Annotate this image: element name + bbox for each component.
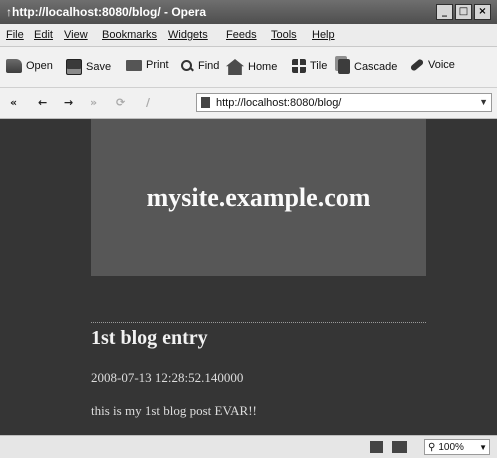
reload-button[interactable]: ⟳ (116, 96, 125, 109)
cascade-button[interactable]: Cascade (338, 59, 397, 74)
tile-label: Tile (310, 60, 328, 72)
find-button[interactable]: Find (180, 59, 219, 73)
cascade-label: Cascade (354, 60, 398, 73)
back-button[interactable]: ← (38, 96, 47, 109)
find-icon (180, 59, 194, 73)
find-label: Find (198, 60, 220, 72)
forward-button[interactable]: → (64, 96, 73, 109)
maximize-button[interactable]: □ (455, 4, 472, 20)
wand-button[interactable]: ∕ (146, 96, 150, 109)
post-date: 2008-07-13 12:28:52.140000 (91, 370, 244, 385)
minimize-button[interactable]: _ (436, 4, 453, 20)
speaker-icon[interactable] (370, 441, 383, 453)
save-icon (66, 59, 82, 75)
menu-edit[interactable]: Edit (34, 29, 53, 41)
site-header: mysite.example.com (91, 119, 426, 276)
folder-icon (6, 59, 22, 73)
post-title[interactable]: 1st blog entry (91, 327, 208, 350)
menu-view[interactable]: View (64, 29, 88, 41)
voice-button[interactable]: Voice (409, 58, 455, 72)
title-bar: ↑http://localhost:8080/blog/ - Opera _ □… (0, 0, 497, 24)
menu-bar: File Edit View Bookmarks Widgets Feeds T… (0, 24, 497, 47)
menu-help[interactable]: Help (312, 29, 335, 41)
voice-icon (409, 58, 425, 72)
menu-bookmarks[interactable]: Bookmarks (102, 29, 157, 41)
cascade-icon (338, 59, 350, 74)
printer-icon (126, 59, 142, 71)
save-label: Save (86, 61, 112, 73)
window-controls: _ □ × (436, 4, 491, 20)
site-name: mysite.example.com (146, 183, 371, 212)
save-button[interactable]: Save (66, 59, 111, 75)
post-body: this is my 1st blog post EVAR!! (91, 403, 257, 418)
print-label: Print (146, 59, 169, 71)
open-label: Open (26, 60, 53, 72)
tile-button[interactable]: Tile (292, 59, 327, 73)
menu-tools[interactable]: Tools (271, 29, 297, 41)
main-toolbar: Open Save Print Find Home Tile Cascade V… (0, 47, 497, 88)
window-title: ↑http://localhost:8080/blog/ - Opera (6, 5, 207, 19)
url-text: http://localhost:8080/blog/ (216, 97, 342, 109)
fast-forward-button[interactable]: » (90, 96, 97, 109)
home-label: Home (248, 61, 278, 73)
rewind-button[interactable]: « (10, 96, 17, 109)
view-icon[interactable] (392, 441, 407, 453)
post-divider (91, 322, 426, 323)
home-icon (226, 59, 244, 75)
open-button[interactable]: Open (6, 59, 53, 73)
status-bar: ⚲ 100% ▼ (0, 435, 497, 458)
page-content: mysite.example.com 1st blog entry 2008-0… (0, 119, 497, 435)
chevron-down-icon[interactable]: ▼ (479, 97, 488, 107)
menu-feeds[interactable]: Feeds (226, 29, 257, 41)
print-button[interactable]: Print (126, 59, 169, 71)
address-bar: « ← → » ⟳ ∕ http://localhost:8080/blog/ … (0, 88, 497, 119)
home-button[interactable]: Home (226, 59, 277, 75)
menu-file[interactable]: File (6, 29, 24, 41)
menu-widgets[interactable]: Widgets (168, 29, 208, 41)
zoom-value: 100% (438, 441, 464, 453)
page-icon (201, 97, 210, 108)
close-button[interactable]: × (474, 4, 491, 20)
browser-window: ↑http://localhost:8080/blog/ - Opera _ □… (0, 0, 497, 458)
tile-icon (292, 59, 306, 73)
url-input[interactable]: http://localhost:8080/blog/ ▼ (196, 93, 492, 112)
zoom-control[interactable]: ⚲ 100% ▼ (424, 439, 490, 455)
chevron-down-icon: ▼ (479, 442, 487, 452)
zoom-search-icon: ⚲ (428, 441, 436, 453)
voice-label: Voice (428, 59, 455, 71)
